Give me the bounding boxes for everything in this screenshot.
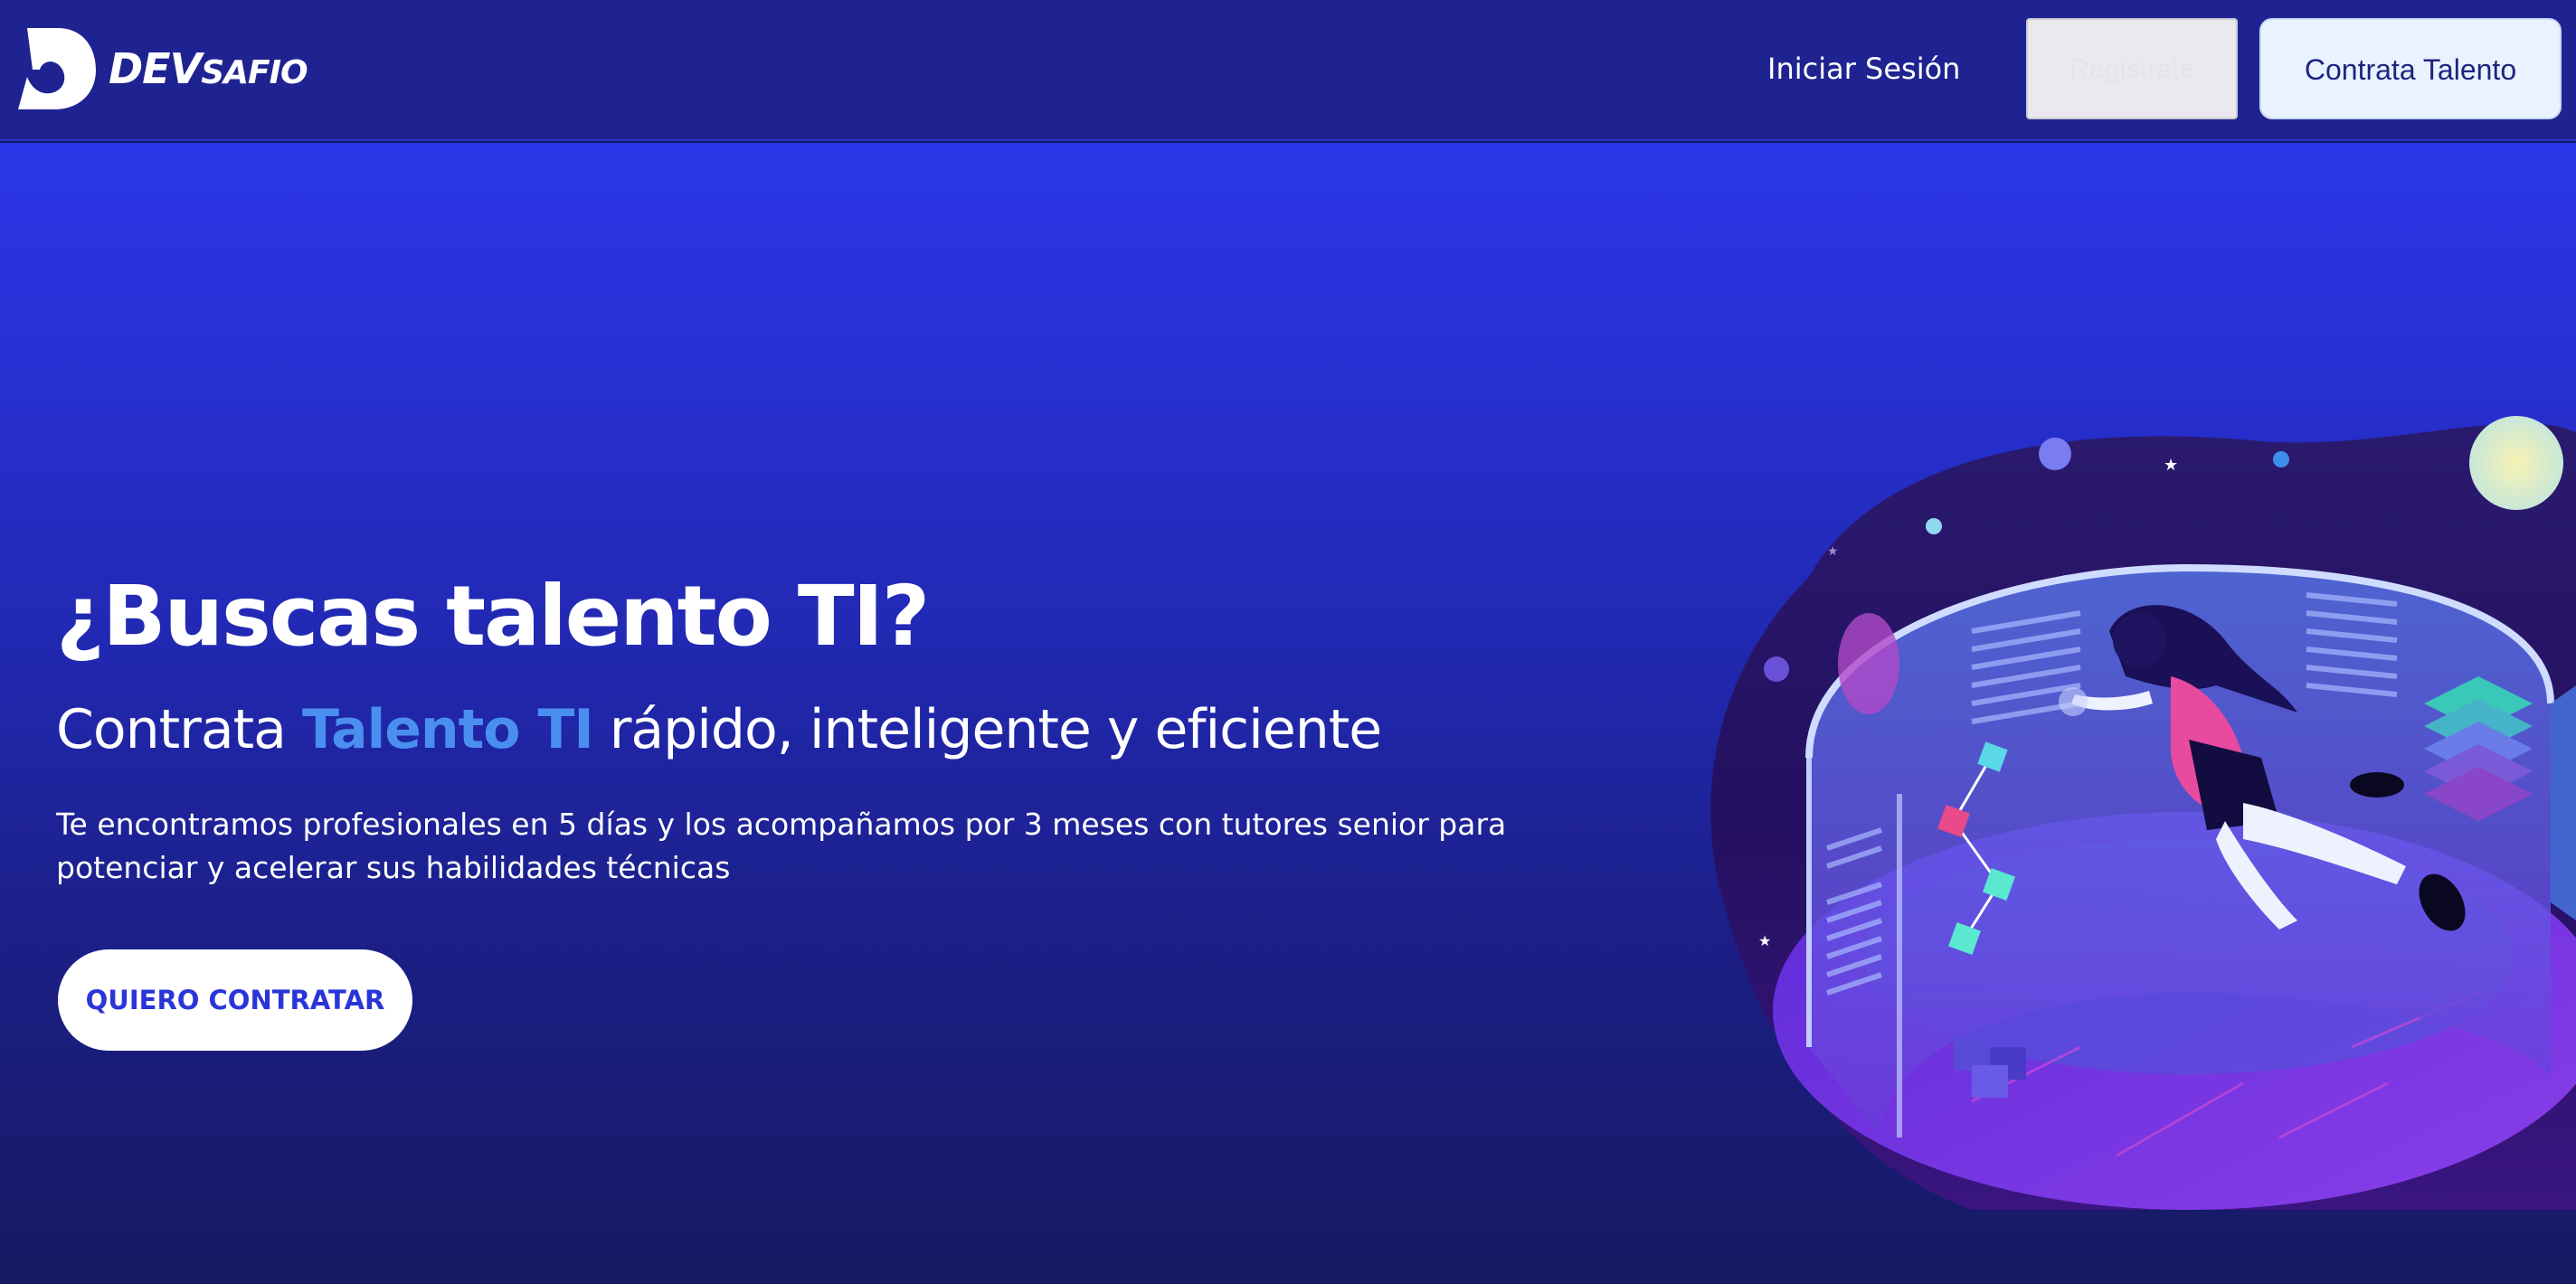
- hero-section: ¿Buscas talento TI? Contrata Talento TI …: [0, 143, 2576, 1284]
- brand-name-prefix: DEV: [109, 44, 202, 93]
- hero-title: ¿Buscas talento TI?: [56, 568, 930, 665]
- hero-subtitle-accent: Talento TI: [301, 698, 594, 761]
- planet-icon: [1926, 518, 1942, 534]
- svg-text:★: ★: [2164, 456, 2178, 475]
- planet-icon: [1764, 656, 1789, 682]
- hero-illustration: ★ ★ ★: [1710, 416, 2576, 1210]
- top-navbar: DEVSAFIO Iniciar Sesión Regístrate Contr…: [0, 0, 2576, 141]
- hire-talent-button[interactable]: Contrata Talento: [2259, 18, 2562, 119]
- hero-subtitle-start: Contrata: [56, 698, 302, 761]
- svg-text:★: ★: [1758, 932, 1771, 949]
- planet-icon: [2039, 438, 2071, 470]
- hire-cta-button[interactable]: QUIERO CONTRATAR: [58, 949, 412, 1051]
- register-button[interactable]: Regístrate: [2026, 18, 2238, 119]
- moon-icon: [2469, 416, 2563, 510]
- brand-name: DEVSAFIO: [109, 44, 308, 93]
- layers-icon: [2424, 676, 2533, 821]
- planet-icon: [2273, 451, 2289, 467]
- brand-name-suffix: SAFIO: [201, 54, 308, 91]
- brand-logo[interactable]: DEVSAFIO: [14, 24, 308, 114]
- hero-description: Te encontramos profesionales en 5 días y…: [56, 807, 1507, 885]
- hero-subtitle: Contrata Talento TI rápido, inteligente …: [56, 698, 1382, 761]
- svg-text:★: ★: [1827, 544, 1839, 559]
- login-link[interactable]: Iniciar Sesión: [1767, 42, 1960, 96]
- hero-subtitle-end: rápido, inteligente y eficiente: [592, 698, 1382, 761]
- devsafio-logo-icon: [18, 28, 96, 109]
